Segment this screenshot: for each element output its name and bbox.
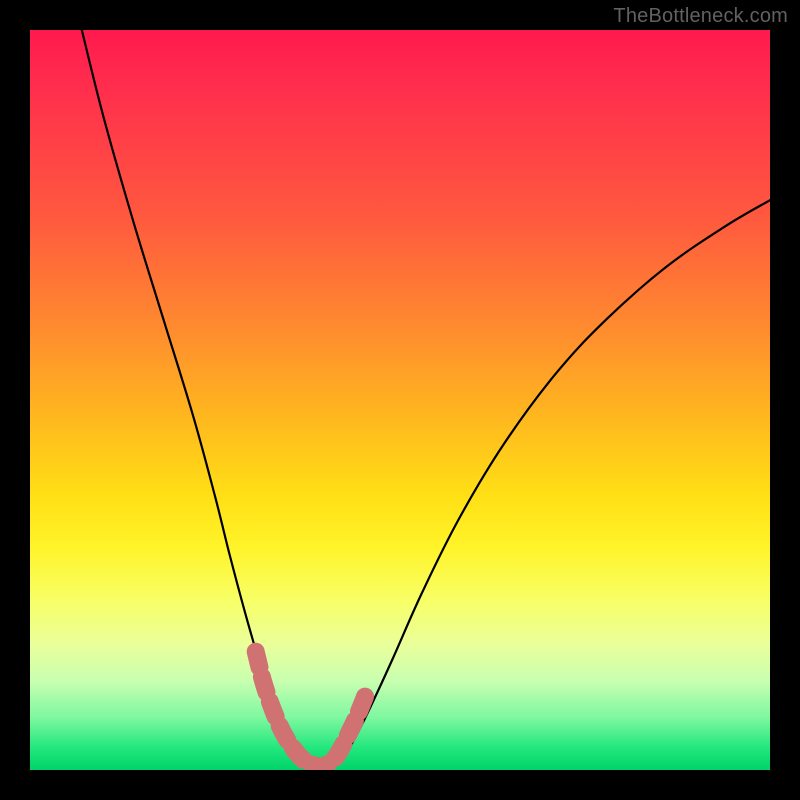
chart-frame: TheBottleneck.com bbox=[0, 0, 800, 800]
optimal-region-path bbox=[256, 652, 367, 767]
plot-area bbox=[30, 30, 770, 770]
bottleneck-curve bbox=[82, 30, 770, 768]
bottleneck-curve-svg bbox=[30, 30, 770, 770]
watermark-text: TheBottleneck.com bbox=[613, 5, 788, 28]
optimal-region-markers bbox=[256, 652, 367, 767]
